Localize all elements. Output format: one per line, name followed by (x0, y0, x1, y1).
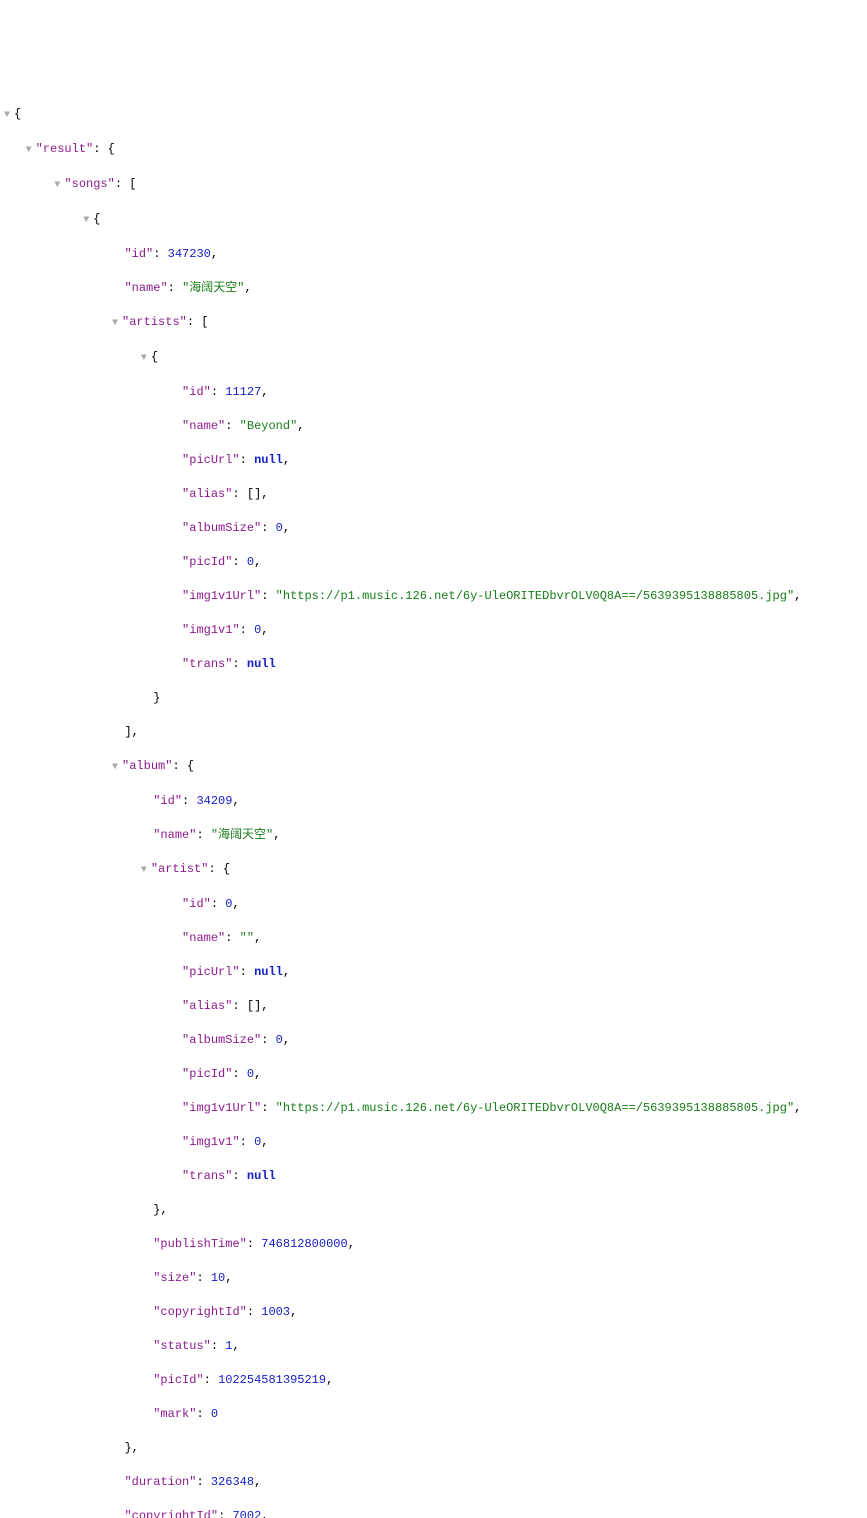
json-key-picid: "picId" (153, 1373, 203, 1387)
json-key-albumsize: "albumSize" (182, 1033, 261, 1047)
json-value-null: null (254, 453, 283, 467)
json-value-number: 0 (276, 521, 283, 535)
json-value-number: 0 (211, 1407, 218, 1421)
toggle-icon[interactable]: ▼ (81, 212, 91, 229)
json-key-album: "album" (122, 759, 172, 773)
json-value-string: "https://p1.music.126.net/6y-UleORITEDbv… (276, 589, 794, 603)
json-key-size: "size" (153, 1271, 196, 1285)
json-key-mark: "mark" (153, 1407, 196, 1421)
json-key-trans: "trans" (182, 657, 232, 671)
json-key-songs: "songs" (64, 177, 114, 191)
json-value-string: "海阔天空" (182, 281, 244, 295)
brace-close: } (153, 691, 160, 705)
json-key-id: "id" (124, 247, 153, 261)
json-key-img1v1url: "img1v1Url" (182, 589, 261, 603)
json-key-status: "status" (153, 1339, 211, 1353)
toggle-icon[interactable]: ▼ (139, 350, 149, 367)
json-key-artists: "artists" (122, 315, 187, 329)
json-key-id: "id" (153, 794, 182, 808)
json-value-number: 746812800000 (261, 1237, 347, 1251)
json-value-number: 0 (276, 1033, 283, 1047)
json-value-number: 0 (247, 1067, 254, 1081)
json-key-duration: "duration" (124, 1475, 196, 1489)
json-value-null: null (247, 1169, 276, 1183)
json-value-string: "海阔天空" (211, 828, 273, 842)
json-value-number: 34209 (196, 794, 232, 808)
json-value-array: [] (247, 999, 261, 1013)
json-key-alias: "alias" (182, 999, 232, 1013)
json-key-copyrightid: "copyrightId" (124, 1509, 218, 1518)
json-value-null: null (247, 657, 276, 671)
json-value-number: 1003 (261, 1305, 290, 1319)
json-value-array: [] (247, 487, 261, 501)
json-value-number: 0 (247, 555, 254, 569)
json-key-img1v1: "img1v1" (182, 623, 240, 637)
json-value-null: null (254, 965, 283, 979)
json-value-number: 102254581395219 (218, 1373, 326, 1387)
json-value-number: 10 (211, 1271, 225, 1285)
toggle-icon[interactable]: ▼ (110, 315, 120, 332)
json-value-string: "" (240, 931, 254, 945)
json-key-result: "result" (36, 142, 94, 156)
toggle-icon[interactable]: ▼ (24, 142, 34, 159)
json-value-number: 1 (225, 1339, 232, 1353)
json-key-picurl: "picUrl" (182, 453, 240, 467)
json-key-img1v1url: "img1v1Url" (182, 1101, 261, 1115)
json-value-number: 7002 (232, 1509, 261, 1518)
json-value-number: 347230 (168, 247, 211, 261)
json-key-copyrightid: "copyrightId" (153, 1305, 247, 1319)
json-tree-viewer: ▼{ ▼"result": { ▼"songs": [ ▼{ "id": 347… (2, 89, 865, 1518)
brace-close: } (153, 1203, 160, 1217)
json-key-picurl: "picUrl" (182, 965, 240, 979)
json-key-name: "name" (124, 281, 167, 295)
json-key-name: "name" (153, 828, 196, 842)
toggle-icon[interactable]: ▼ (52, 177, 62, 194)
json-value-string: "Beyond" (240, 419, 298, 433)
json-key-id: "id" (182, 897, 211, 911)
json-key-publishtime: "publishTime" (153, 1237, 247, 1251)
json-key-albumsize: "albumSize" (182, 521, 261, 535)
json-key-name: "name" (182, 931, 225, 945)
json-value-number: 0 (225, 897, 232, 911)
json-key-name: "name" (182, 419, 225, 433)
brace-close: } (124, 1441, 131, 1455)
json-key-img1v1: "img1v1" (182, 1135, 240, 1149)
brace-open: { (14, 107, 21, 121)
toggle-icon[interactable]: ▼ (139, 862, 149, 879)
json-key-picid: "picId" (182, 555, 232, 569)
json-key-alias: "alias" (182, 487, 232, 501)
json-value-string: "https://p1.music.126.net/6y-UleORITEDbv… (276, 1101, 794, 1115)
json-key-artist: "artist" (151, 862, 209, 876)
toggle-icon[interactable]: ▼ (2, 107, 12, 124)
json-value-number: 326348 (211, 1475, 254, 1489)
json-key-id: "id" (182, 385, 211, 399)
json-value-number: 0 (254, 1135, 261, 1149)
json-key-picid: "picId" (182, 1067, 232, 1081)
bracket-close: ] (124, 725, 131, 739)
toggle-icon[interactable]: ▼ (110, 759, 120, 776)
json-value-number: 11127 (225, 385, 261, 399)
json-key-trans: "trans" (182, 1169, 232, 1183)
